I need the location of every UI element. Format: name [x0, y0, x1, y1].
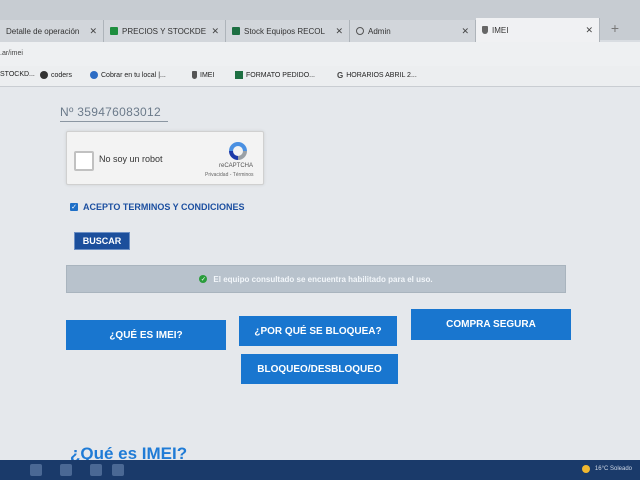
tab-label: IMEI [492, 25, 509, 35]
block-unblock-button[interactable]: BLOQUEO/DESBLOQUEO [241, 354, 398, 384]
system-tray: 16°C Soleado [581, 465, 632, 473]
google-icon: G [337, 71, 344, 80]
tab-label: Stock Equipos RECOL [244, 26, 325, 36]
bookmarks-bar: STOCKD... coders Cobrar en tu local |...… [0, 66, 640, 87]
bookmark-label: HORARIOS ABRIL 2... [346, 72, 417, 79]
close-icon[interactable]: ✕ [89, 26, 97, 37]
imei-icon [192, 71, 197, 79]
taskbar-app-icon[interactable] [60, 464, 72, 476]
bookmark-label: FORMATO PEDIDO... [246, 71, 315, 79]
bookmark-label: Cobrar en tu local |... [101, 71, 166, 79]
tab-label: Admin [368, 26, 391, 36]
taskbar: 16°C Soleado [0, 460, 640, 480]
recaptcha-logo-icon [229, 142, 247, 160]
sheets-icon [110, 27, 118, 35]
bookmark-cobrar[interactable]: Cobrar en tu local |... [90, 71, 166, 79]
terms-checkbox[interactable]: ✓ [70, 203, 78, 211]
tab-imei[interactable]: IMEI ✕ [476, 18, 600, 42]
taskbar-app-icon[interactable] [112, 464, 124, 476]
close-icon[interactable]: ✕ [585, 25, 593, 36]
bookmark-formato-pedido[interactable]: FORMATO PEDIDO... [235, 71, 315, 79]
bookmark-label: STOCKD... [0, 71, 35, 78]
bookmark-horarios[interactable]: G HORARIOS ABRIL 2... [337, 71, 417, 80]
weather-text[interactable]: 16°C Soleado [595, 466, 632, 472]
check-circle-icon: ✓ [199, 275, 208, 283]
excel-icon [235, 71, 243, 79]
tab-label: Detalle de operación [6, 26, 80, 36]
close-icon[interactable]: ✕ [211, 26, 219, 37]
tab-admin[interactable]: Admin ✕ [350, 20, 476, 42]
terms-label[interactable]: ACEPTO TERMINOS Y CONDICIONES [83, 202, 245, 212]
recaptcha-widget: No soy un robot reCAPTCHA Privacidad - T… [66, 131, 264, 185]
bookmark-label: IMEI [200, 71, 215, 79]
close-icon[interactable]: ✕ [461, 26, 469, 37]
imei-icon [482, 26, 488, 34]
recaptcha-brand: reCAPTCHA [219, 163, 254, 169]
globe-icon [40, 71, 48, 79]
status-banner: ✓ El equipo consultado se encuentra habi… [66, 265, 566, 293]
address-bar[interactable]: .ar/imei [0, 42, 640, 66]
taskbar-app-icon[interactable] [90, 464, 102, 476]
recaptcha-links[interactable]: Privacidad - Términos [205, 172, 254, 178]
globe-icon [356, 27, 364, 35]
cloud-icon [90, 71, 98, 79]
weather-sun-icon [581, 465, 590, 473]
safe-buy-button[interactable]: COMPRA SEGURA [411, 309, 571, 340]
what-is-imei-button[interactable]: ¿QUÉ ES IMEI? [66, 320, 226, 350]
recaptcha-checkbox[interactable] [74, 151, 94, 171]
bookmark-coders[interactable]: coders [40, 71, 72, 79]
terms-row[interactable]: ✓ ACEPTO TERMINOS Y CONDICIONES [70, 202, 245, 212]
page-content: Nº 359476083012 No soy un robot reCAPTCH… [0, 87, 640, 463]
url-text[interactable]: .ar/imei [0, 50, 23, 57]
tab-precios-stock[interactable]: PRECIOS Y STOCKDE ✕ [104, 20, 226, 42]
browser-tab-strip: Detalle de operación ✕ PRECIOS Y STOCKDE… [0, 0, 640, 42]
bookmark-imei[interactable]: IMEI [192, 71, 214, 79]
why-blocked-button[interactable]: ¿POR QUÉ SE BLOQUEA? [239, 316, 397, 346]
status-text: El equipo consultado se encuentra habili… [213, 274, 433, 284]
bookmark-label: coders [51, 71, 73, 79]
tab-label: PRECIOS Y STOCKDE [122, 26, 207, 36]
search-button[interactable]: BUSCAR [74, 232, 130, 250]
tab-stock-equipos[interactable]: Stock Equipos RECOL ✕ [226, 20, 350, 42]
new-tab-button[interactable]: + [600, 16, 630, 40]
recaptcha-label: No soy un robot [99, 154, 163, 164]
taskbar-app-icon[interactable] [30, 464, 42, 476]
close-icon[interactable]: ✕ [335, 26, 343, 37]
bookmark-stockd[interactable]: STOCKD... [0, 71, 35, 78]
imei-input[interactable]: Nº 359476083012 [60, 105, 168, 122]
tab-detalle-operacion[interactable]: Detalle de operación ✕ [0, 20, 104, 42]
excel-icon [232, 27, 240, 35]
